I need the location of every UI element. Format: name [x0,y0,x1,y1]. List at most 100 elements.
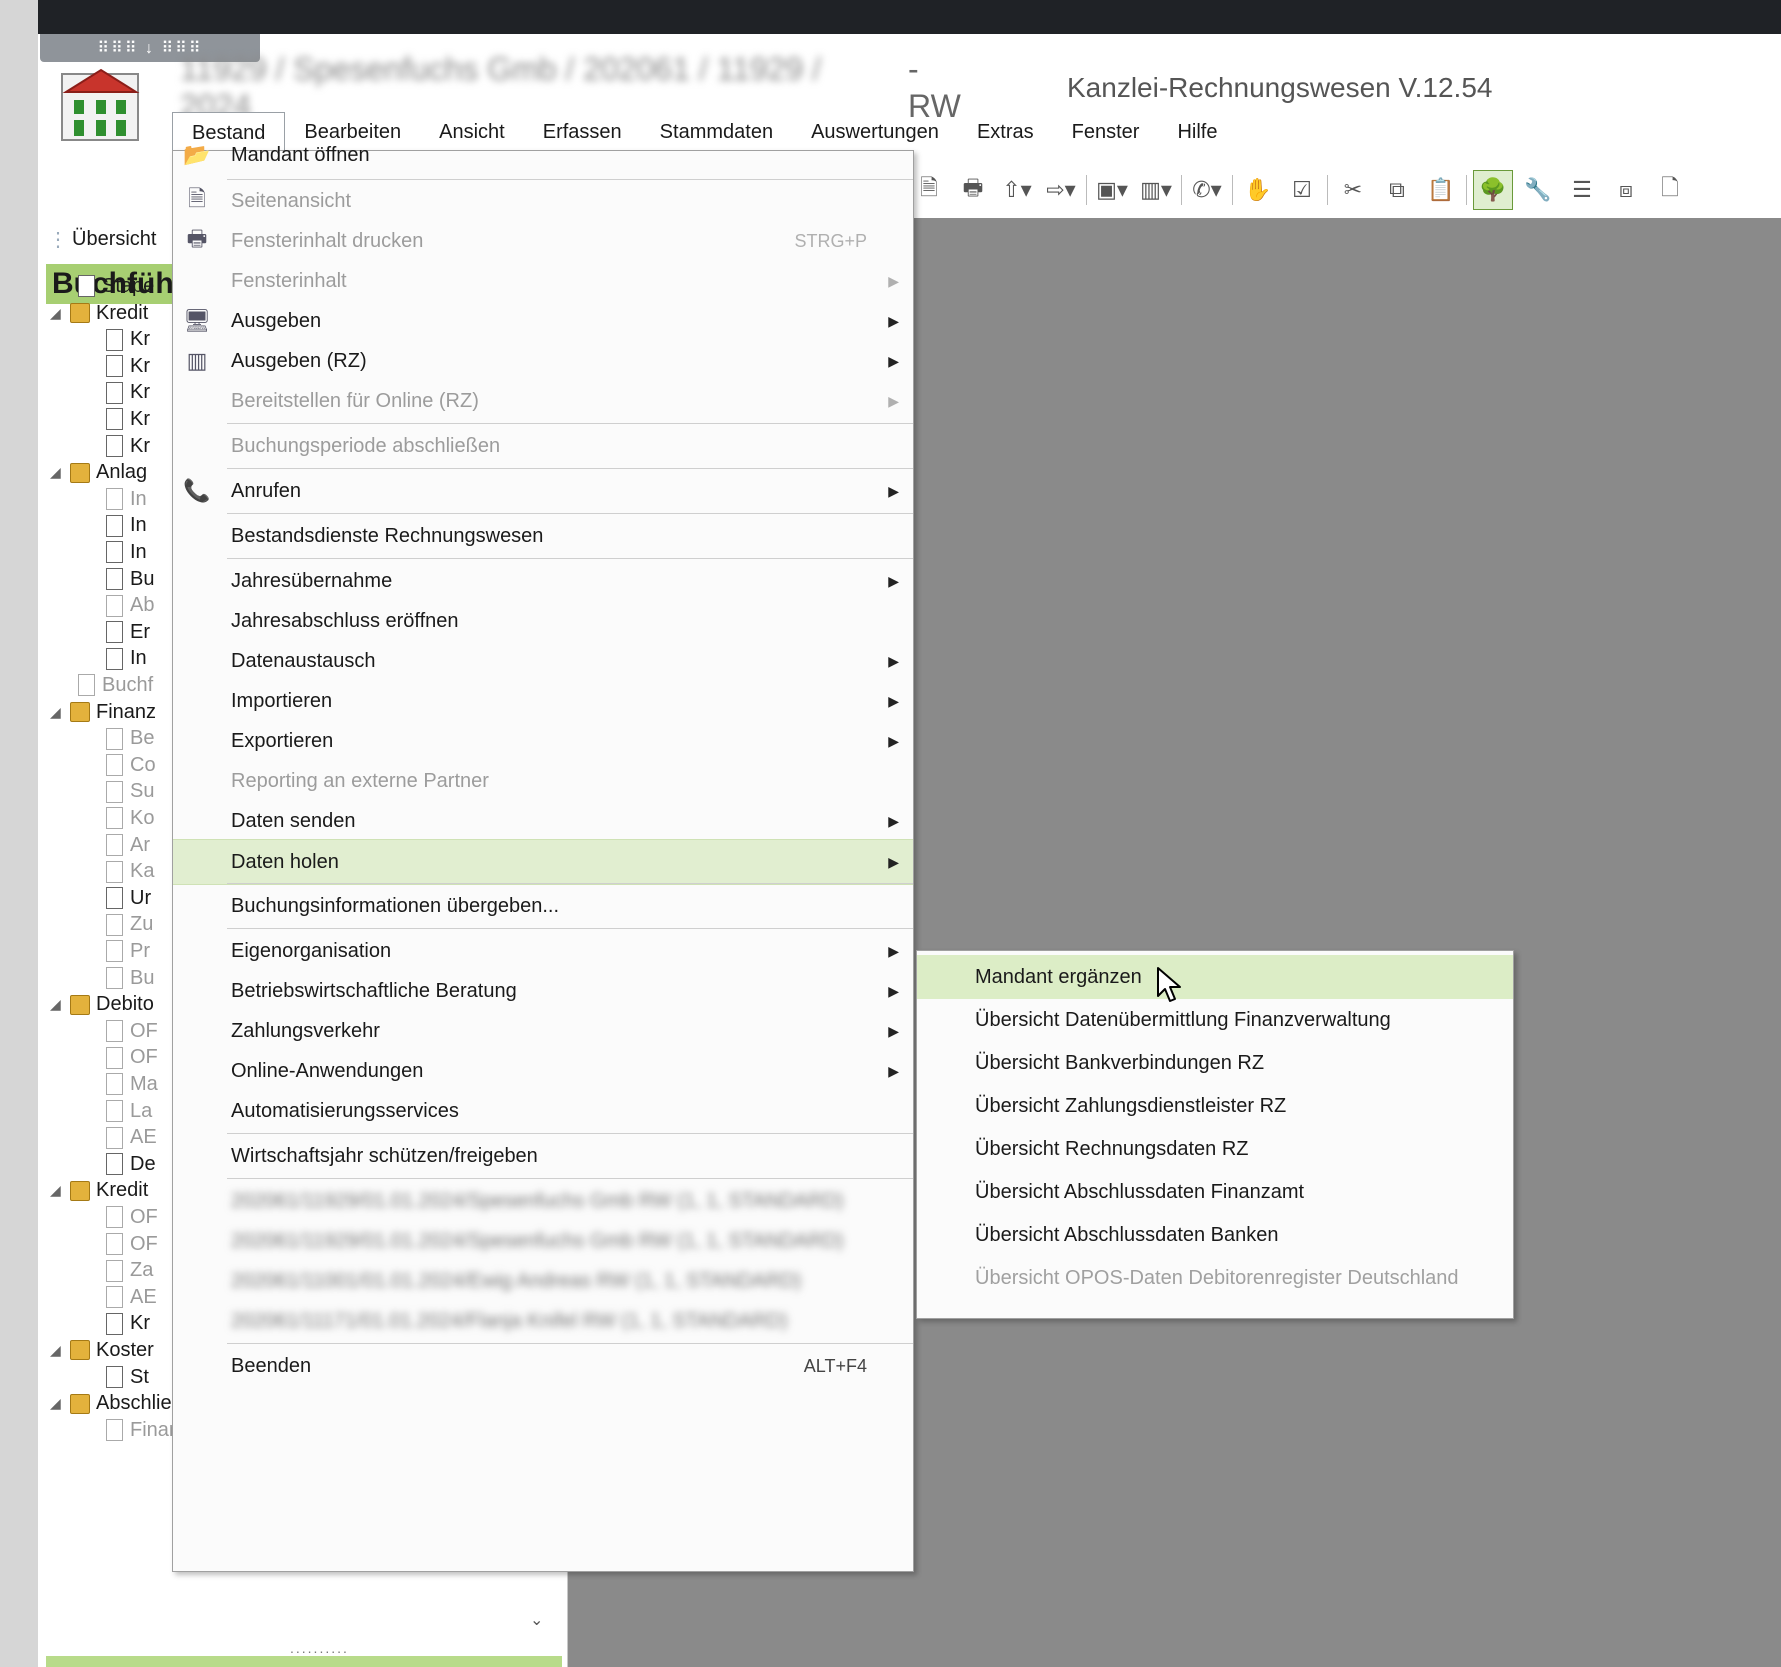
tree-item[interactable]: OF [104,1017,158,1045]
paste-icon[interactable]: 📋 [1422,171,1460,209]
tree-item[interactable]: Ma [104,1070,158,1098]
tree-item[interactable]: Bu [104,964,154,992]
tree-item[interactable]: Buchf [76,671,153,699]
output-icon[interactable]: ▣▾ [1093,171,1131,209]
page-icon[interactable]: 🗎 [910,171,948,209]
output-rz-icon[interactable]: ▥▾ [1137,171,1175,209]
tree-item[interactable]: In [104,485,147,513]
menu-item-anrufen[interactable]: 📞 Anrufen ▶ [173,469,913,513]
tree-item[interactable]: Stape [76,272,154,300]
tree-item[interactable]: Kr [104,352,150,380]
menu-item-recent-client-35[interactable]: 202061/11929/01.01.2024/Spesenfuchs Gmb … [173,1219,913,1263]
menu-item-eigenorganisation[interactable]: Eigenorganisation ▶ [173,929,913,973]
submenu-item-übersicht-zahlungsdienstleister-rz[interactable]: Übersicht Zahlungsdienstleister RZ [917,1084,1513,1128]
menu-item-mandant-öffnen[interactable]: 📂 Mandant öffnen [173,133,913,177]
tree-item[interactable]: Be [104,725,154,753]
cut-icon[interactable]: ✂ [1334,171,1372,209]
tree-item[interactable]: OF [104,1203,158,1231]
menu-item-recent-client-37[interactable]: 202061/11171/01.01.2024/Flanja Knifel RW… [173,1299,913,1343]
tree-item[interactable]: Kr [104,326,150,354]
tree-item[interactable]: In [104,538,147,566]
arrow-right-icon[interactable]: ⇨▾ [1042,171,1080,209]
document-icon[interactable]: 🗋 [1651,171,1689,209]
scroll-down-icon[interactable]: ⌄ [530,1610,543,1630]
tree-item[interactable]: Pr [104,937,150,965]
tree-item[interactable]: Ab [104,592,154,620]
collapse-icon[interactable]: ◢ [50,464,64,481]
menu-item-recent-client-36[interactable]: 202061/11001/01.01.2024/Ewig Andreas RW … [173,1259,913,1303]
tree-folder[interactable]: ◢ Kredit [50,299,148,327]
tree-folder[interactable]: ◢ Finanz [50,698,156,726]
menu-item-zahlungsverkehr[interactable]: Zahlungsverkehr ▶ [173,1009,913,1053]
menu-item-online-anwendungen[interactable]: Online-Anwendungen ▶ [173,1049,913,1093]
phone-icon[interactable]: ✆▾ [1188,171,1226,209]
tree-item[interactable]: Bu [104,565,154,593]
collapse-icon[interactable]: ◢ [50,1395,64,1412]
submenu-item-übersicht-abschlussdaten-finanzamt[interactable]: Übersicht Abschlussdaten Finanzamt [917,1170,1513,1214]
menu-item-datenaustausch[interactable]: Datenaustausch ▶ [173,639,913,683]
menu-item-ausgeben[interactable]: 🖥 Ausgeben ▶ [173,299,913,343]
tree-item[interactable]: Ur [104,884,151,912]
tree-folder[interactable]: ◢ Koster [50,1336,154,1364]
tree-item[interactable]: Za [104,1257,153,1285]
menu-item-automatisierungsservices[interactable]: Automatisierungsservices [173,1089,913,1133]
menu-item-daten-senden[interactable]: Daten senden ▶ [173,799,913,843]
tree-item[interactable]: Kr [104,432,150,460]
copy-icon[interactable]: ⧉ [1378,171,1416,209]
panel-resize-grip[interactable]: .......... [290,1640,349,1656]
tree-item[interactable]: Kr [104,379,150,407]
tree-item[interactable]: Ko [104,804,154,832]
menu-item-buchungsinformationen-übergeben[interactable]: Buchungsinformationen übergeben... [173,884,913,928]
menu-item-wirtschaftsjahr-schützen-freigeben[interactable]: Wirtschaftsjahr schützen/freigeben [173,1134,913,1178]
menu-item-jahresabschluss-eröffnen[interactable]: Jahresabschluss eröffnen [173,599,913,643]
tree-item[interactable]: Co [104,751,156,779]
submenu-item-übersicht-bankverbindungen-rz[interactable]: Übersicht Bankverbindungen RZ [917,1041,1513,1085]
collapse-icon[interactable]: ◢ [50,996,64,1013]
tree-item[interactable]: AE [104,1283,157,1311]
window-icon[interactable]: ⧈ [1607,171,1645,209]
submenu-item-übersicht-rechnungsdaten-rz[interactable]: Übersicht Rechnungsdaten RZ [917,1127,1513,1171]
tree-item[interactable]: Er [104,618,150,646]
submenu-item-übersicht-abschlussdaten-banken[interactable]: Übersicht Abschlussdaten Banken [917,1213,1513,1257]
menubar-item-hilfe[interactable]: Hilfe [1158,112,1236,152]
tree-folder[interactable]: ◢ Kredit [50,1177,148,1205]
menu-item-exportieren[interactable]: Exportieren ▶ [173,719,913,763]
menu-item-jahresübernahme[interactable]: Jahresübernahme ▶ [173,559,913,603]
arrow-up-icon[interactable]: ⇧▾ [998,171,1036,209]
tab-uebersicht[interactable]: ⋮ Übersicht [48,222,156,256]
checklist-icon[interactable]: ☑ [1283,171,1321,209]
list-icon[interactable]: ☰ [1563,171,1601,209]
tree-item[interactable]: In [104,512,147,540]
tree-item[interactable]: St [104,1363,149,1391]
menu-item-recent-client-34[interactable]: 202061/11929/01.01.2024/Spesenfuchs Gmb … [173,1179,913,1223]
collapse-icon[interactable]: ◢ [50,704,64,721]
handshake-icon[interactable]: ✋ [1239,171,1277,209]
collapse-icon[interactable]: ◢ [50,1182,64,1199]
tree-item[interactable]: Su [104,778,154,806]
menu-item-daten-holen[interactable]: Daten holen ▶ [173,839,913,885]
tree-item[interactable]: Ar [104,831,150,859]
menu-item-beenden[interactable]: Beenden ALT+F4 [173,1344,913,1388]
tree-item[interactable]: In [104,645,147,673]
menu-item-betriebswirtschaftliche-beratung[interactable]: Betriebswirtschaftliche Beratung ▶ [173,969,913,1013]
tree-item[interactable]: OF [104,1044,158,1072]
tree-item[interactable]: De [104,1150,156,1178]
tree-item[interactable]: Kr [104,1310,150,1338]
tree-item[interactable]: Ka [104,858,154,886]
tree-item[interactable]: La [104,1097,152,1125]
menu-item-ausgeben-rz[interactable]: ▥ Ausgeben (RZ) ▶ [173,339,913,383]
tree-item[interactable]: Zu [104,911,153,939]
submenu-item-übersicht-datenübermittlung-finanzverwaltung[interactable]: Übersicht Datenübermittlung Finanzverwal… [917,998,1513,1042]
tree-item[interactable]: Kr [104,405,150,433]
tree-item[interactable]: AE [104,1124,157,1152]
collapse-icon[interactable]: ◢ [50,305,64,322]
print-icon[interactable]: 🖶 [954,171,992,209]
collapse-icon[interactable]: ◢ [50,1342,64,1359]
menubar-item-fenster[interactable]: Fenster [1053,112,1159,152]
tree-item[interactable]: OF [104,1230,158,1258]
menu-item-bestandsdienste-rechnungswesen[interactable]: Bestandsdienste Rechnungswesen [173,514,913,558]
wrench-icon[interactable]: 🔧 [1519,171,1557,209]
tree-folder[interactable]: ◢ Debito [50,991,154,1019]
menu-item-importieren[interactable]: Importieren ▶ [173,679,913,723]
submenu-item-mandant-ergänzen[interactable]: Mandant ergänzen [917,955,1513,999]
